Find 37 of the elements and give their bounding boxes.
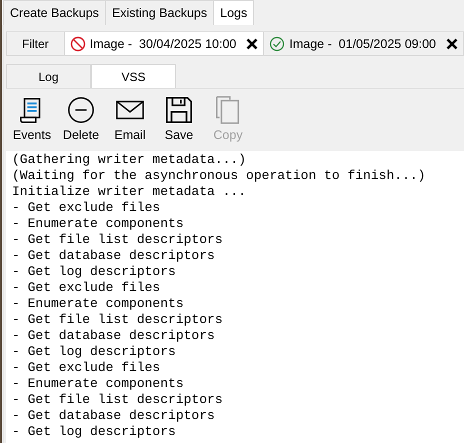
log-line: - Get file list descriptors [12, 392, 223, 408]
save-icon [164, 95, 194, 125]
log-line: (Gathering writer metadata...) [12, 152, 246, 168]
filter-button[interactable]: Filter [6, 32, 65, 56]
log-line: - Get file list descriptors [12, 312, 223, 328]
check-circle-icon [269, 36, 286, 52]
tab[interactable]: Log [6, 64, 91, 88]
log-line: - Enumerate components [12, 216, 184, 232]
log-line: - Get exclude files [12, 280, 160, 296]
close-icon[interactable] [446, 38, 458, 50]
log-line: (Waiting for the asynchronous operation to finish...) [12, 168, 426, 184]
log-line: Initialize writer metadata ... [12, 184, 246, 200]
filter-chip[interactable]: Image - 01/05/2025 09:00 [264, 32, 464, 56]
delete-button[interactable]: Delete [57, 95, 105, 149]
chip-label: Image - 01/05/2025 09:00 [289, 36, 436, 50]
chip-label: Image - 30/04/2025 10:00 [90, 36, 236, 50]
close-icon[interactable] [246, 38, 258, 50]
log-line: - Get log descriptors [12, 344, 176, 360]
events-button[interactable]: Events [8, 95, 56, 149]
log-line: - Get exclude files [12, 200, 160, 216]
filter-chip[interactable]: Image - 30/04/2025 10:00 [64, 32, 264, 56]
log-line: - Get log descriptors [12, 264, 176, 280]
log-line: - Get database descriptors [12, 408, 215, 424]
log-line: - Enumerate components [12, 296, 184, 312]
minus-circle-icon [66, 95, 96, 125]
log-line: - Enumerate components [12, 376, 184, 392]
log-line: - Get database descriptors [12, 328, 215, 344]
prohibited-icon [70, 36, 86, 52]
log-line: - Get database descriptors [12, 248, 215, 264]
tab[interactable]: VSS [91, 64, 176, 88]
tab[interactable]: Create Backups [3, 0, 106, 25]
log-line: - Get exclude files [12, 360, 160, 376]
email-button[interactable]: Email [106, 95, 154, 149]
log-line: - Get file list descriptors [12, 232, 223, 248]
log-line: - Get log descriptors [12, 424, 176, 440]
tab[interactable]: Logs [213, 0, 254, 25]
save-button[interactable]: Save [155, 95, 203, 149]
